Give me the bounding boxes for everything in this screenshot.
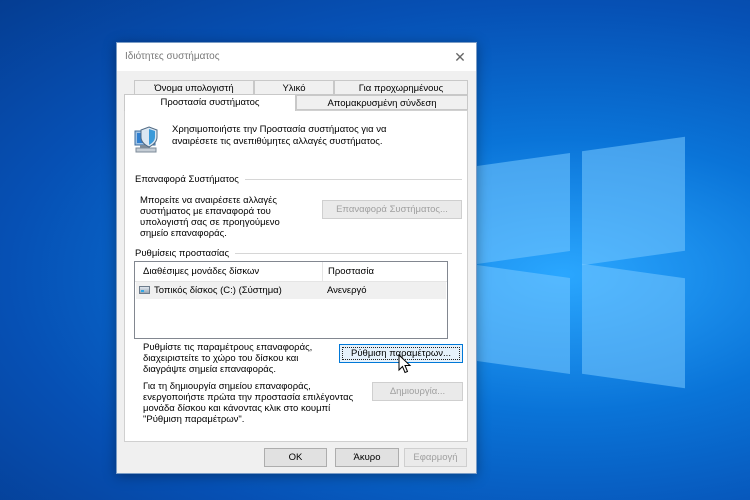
create-button[interactable]: Δημιουργία...: [372, 382, 463, 401]
close-button[interactable]: ✕: [450, 47, 470, 67]
create-text-line: μονάδα δίσκου και κάνοντας κλικ στο κουμ…: [143, 403, 331, 414]
logo-pane: [582, 136, 685, 266]
restore-text-line: υπολογιστή σας σε προηγούμενο: [140, 217, 280, 228]
create-description: Για τη δημιουργία σημείου επαναφοράς, εν…: [143, 381, 353, 425]
restore-text-line: συστήματος με επαναφορά του: [140, 206, 271, 217]
configure-text-line: διαχειριστείτε το χώρο του δίσκου και: [143, 353, 299, 364]
settings-header-label: Ρυθμίσεις προστασίας: [135, 248, 230, 259]
restore-header-label: Επαναφορά Συστήματος: [135, 174, 239, 185]
close-icon: ✕: [454, 49, 466, 65]
system-properties-dialog: Ιδιότητες συστήματος ✕ Όνομα υπολογιστή …: [116, 42, 477, 474]
drive-protection-status: Ανενεργό: [327, 285, 367, 296]
list-item[interactable]: Τοπικός δίσκος (C:) (Σύστημα) Ανενεργό: [136, 282, 446, 299]
tab-system-protection[interactable]: Προστασία συστήματος: [124, 94, 296, 111]
divider: [235, 253, 462, 254]
ok-button[interactable]: OK: [264, 448, 327, 467]
tab-hardware[interactable]: Υλικό: [254, 80, 334, 95]
hard-drive-icon: [139, 286, 150, 294]
divider: [244, 179, 462, 180]
intro-text: Χρησιμοποιήστε την Προστασία συστήματος …: [172, 124, 387, 148]
create-text-line: "Ρύθμιση παραμέτρων".: [143, 414, 245, 425]
intro-line: Χρησιμοποιήστε την Προστασία συστήματος …: [172, 124, 387, 135]
create-text-line: ενεργοποιήστε πρώτα την προστασία επιλέγ…: [143, 392, 354, 403]
logo-pane: [470, 152, 570, 266]
configure-description: Ρυθμίστε τις παραμέτρους επαναφοράς, δια…: [143, 342, 312, 375]
drive-name: Τοπικός δίσκος (C:) (Σύστημα): [154, 285, 282, 296]
system-restore-button[interactable]: Επαναφορά Συστήματος...: [322, 200, 462, 219]
mouse-pointer-icon: [398, 354, 412, 374]
column-header-drives[interactable]: Διαθέσιμες μονάδες δίσκων: [143, 266, 259, 277]
title-bar[interactable]: Ιδιότητες συστήματος ✕: [117, 43, 476, 71]
dialog-title: Ιδιότητες συστήματος: [125, 51, 220, 62]
drives-list[interactable]: Διαθέσιμες μονάδες δίσκων Προστασία Τοπι…: [134, 261, 448, 339]
restore-section-header: Επαναφορά Συστήματος: [135, 174, 462, 185]
restore-text-line: Μπορείτε να αναιρέσετε αλλαγές: [140, 195, 277, 206]
restore-text-line: σημείο επαναφοράς.: [140, 228, 227, 239]
cancel-button[interactable]: Άκυρο: [335, 448, 399, 467]
settings-section-header: Ρυθμίσεις προστασίας: [135, 248, 462, 259]
configure-text-line: διαγράψτε σημεία επαναφοράς.: [143, 364, 276, 375]
restore-description: Μπορείτε να αναιρέσετε αλλαγές συστήματο…: [140, 195, 280, 239]
windows-logo: [470, 136, 685, 389]
configure-text-line: Ρυθμίστε τις παραμέτρους επαναφοράς,: [143, 342, 313, 353]
logo-pane: [582, 263, 685, 389]
logo-pane: [470, 263, 570, 375]
column-separator[interactable]: [322, 262, 323, 281]
list-header: Διαθέσιμες μονάδες δίσκων Προστασία: [135, 262, 447, 282]
system-protection-icon: [134, 126, 158, 153]
tab-computer-name[interactable]: Όνομα υπολογιστή: [134, 80, 254, 95]
intro-line: αναιρέσετε τις ανεπιθύμητες αλλαγές συστ…: [172, 136, 383, 147]
column-header-protection[interactable]: Προστασία: [328, 266, 374, 277]
create-text-line: Για τη δημιουργία σημείου επαναφοράς,: [143, 381, 311, 392]
tab-advanced[interactable]: Για προχωρημένους: [334, 80, 468, 95]
apply-button[interactable]: Εφαρμογή: [404, 448, 467, 467]
tab-remote[interactable]: Απομακρυσμένη σύνδεση: [296, 95, 468, 110]
